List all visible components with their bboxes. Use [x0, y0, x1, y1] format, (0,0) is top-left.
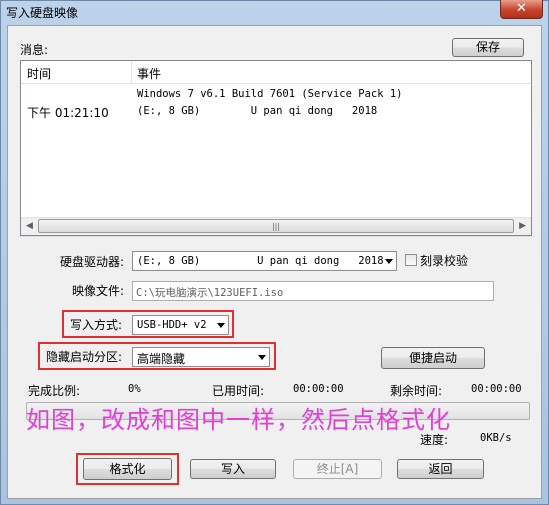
remaining-value: 00:00:00: [471, 383, 522, 395]
close-button[interactable]: ✕: [500, 0, 543, 19]
scroll-thumb[interactable]: |||: [38, 219, 514, 233]
list-row[interactable]: Windows 7 v6.1 Build 7601 (Service Pack …: [21, 87, 531, 103]
image-file-field[interactable]: C:\玩电脑演示\123UEFI.iso: [132, 281, 494, 301]
drive-select-value: (E:, 8 GB) U pan qi dong 2018: [137, 255, 384, 267]
hidden-partition-value: 高端隐藏: [137, 352, 186, 366]
list-header: 时间 事件: [21, 61, 531, 84]
drive-label: 硬盘驱动器:: [60, 255, 125, 269]
divider: [18, 236, 535, 238]
verify-checkbox[interactable]: [405, 254, 417, 266]
speed-label: 速度:: [420, 433, 449, 447]
window-title: 写入硬盘映像: [6, 6, 79, 20]
chevron-down-icon: [258, 355, 266, 360]
abort-button[interactable]: 终止[A]: [293, 459, 382, 479]
hidden-partition-label: 隐藏启动分区:: [46, 350, 123, 364]
quick-boot-button[interactable]: 便捷启动: [381, 347, 485, 369]
close-icon: ✕: [516, 1, 527, 16]
chevron-down-icon: [217, 323, 225, 328]
grip-icon: |||: [271, 222, 281, 231]
list-row[interactable]: 下午 01:21:10 (E:, 8 GB) U pan qi dong 201…: [21, 104, 531, 120]
write-button[interactable]: 写入: [190, 459, 276, 479]
write-mode-label: 写入方式:: [70, 318, 123, 332]
row-event: (E:, 8 GB) U pan qi dong 2018: [137, 105, 378, 117]
dialog-client: 消息: 保存 时间 事件 Windows 7 v6.1 Build 7601 (…: [7, 25, 542, 499]
format-button[interactable]: 格式化: [83, 458, 172, 480]
write-mode-value: USB-HDD+ v2: [137, 319, 207, 331]
write-disk-image-window: 写入硬盘映像 ✕ 消息: 保存 时间 事件 Windows 7 v6.1 Bui…: [0, 0, 549, 505]
speed-value: 0KB/s: [480, 432, 512, 444]
message-list[interactable]: 时间 事件 Windows 7 v6.1 Build 7601 (Service…: [20, 60, 532, 236]
chevron-down-icon: [385, 259, 393, 264]
progress-done-label: 完成比例:: [28, 384, 81, 398]
title-bar[interactable]: 写入硬盘映像 ✕: [1, 0, 548, 23]
row-event: Windows 7 v6.1 Build 7601 (Service Pack …: [137, 88, 403, 100]
verify-label: 刻录校验: [420, 254, 469, 268]
write-mode-select[interactable]: USB-HDD+ v2: [132, 315, 229, 335]
elapsed-label: 已用时间:: [212, 384, 265, 398]
column-header-event[interactable]: 事件: [137, 65, 161, 82]
progress-done-value: 0%: [128, 383, 141, 395]
scroll-right-icon[interactable]: ▶: [519, 221, 526, 231]
remaining-label: 剩余时间:: [390, 384, 443, 398]
row-time: 下午 01:21:10: [27, 106, 109, 120]
scroll-left-icon[interactable]: ◀: [26, 221, 33, 231]
image-file-value: C:\玩电脑演示\123UEFI.iso: [136, 287, 284, 299]
save-button[interactable]: 保存: [452, 38, 524, 57]
horizontal-scrollbar[interactable]: ◀ ||| ▶: [21, 217, 531, 235]
hidden-partition-select[interactable]: 高端隐藏: [132, 347, 270, 367]
messages-label: 消息:: [20, 43, 49, 57]
elapsed-value: 00:00:00: [293, 383, 344, 395]
back-button[interactable]: 返回: [397, 459, 484, 479]
column-header-time[interactable]: 时间: [27, 65, 51, 82]
drive-select[interactable]: (E:, 8 GB) U pan qi dong 2018: [132, 251, 397, 271]
image-file-label: 映像文件:: [72, 284, 125, 298]
instruction-annotation: 如图，改成和图中一样，然后点格式化: [26, 406, 451, 434]
